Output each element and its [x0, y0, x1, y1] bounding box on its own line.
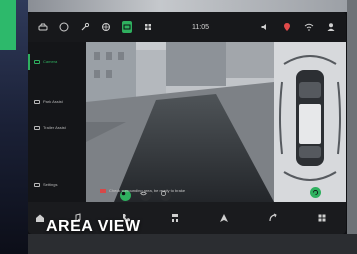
wrench-icon[interactable] — [80, 21, 90, 33]
dock-apps-button[interactable] — [150, 202, 199, 234]
rotate-icon — [312, 189, 319, 196]
surround-top-view — [274, 42, 346, 202]
user-icon[interactable] — [325, 21, 337, 33]
dock-navigation-button[interactable] — [199, 202, 248, 234]
background-right — [347, 0, 357, 254]
media-icon — [268, 213, 277, 222]
camera-icon — [34, 59, 40, 64]
apps-icon — [171, 214, 178, 222]
home-icon — [36, 214, 44, 222]
dock-grid-button[interactable] — [297, 202, 346, 234]
volume-icon[interactable] — [259, 21, 271, 33]
dock-media-button[interactable] — [248, 202, 297, 234]
fan-icon[interactable] — [101, 21, 111, 33]
vehicle-top-view — [279, 55, 341, 181]
sidebar-item-label: Trailer Assist — [43, 125, 66, 130]
safety-notice-text: Check surrounding area, be ready to brak… — [109, 188, 186, 193]
camera-scene — [86, 42, 274, 202]
grid-icon — [318, 214, 325, 222]
park-icon — [34, 99, 40, 104]
status-bar: 11:05 — [28, 12, 346, 42]
wifi-icon[interactable] — [303, 21, 315, 33]
background-green-tab — [0, 0, 16, 50]
car-icon[interactable] — [38, 21, 48, 33]
sidebar-item-camera[interactable]: Camera — [34, 59, 57, 64]
sidebar-item-label: Park Assist — [43, 99, 63, 104]
sidebar-item-trailer-assist[interactable]: Trailer Assist — [34, 125, 66, 130]
sidebar-item-label: Settings — [43, 182, 58, 187]
location-icon[interactable] — [281, 21, 293, 33]
sidebar-item-settings[interactable]: Settings — [34, 182, 57, 187]
camera-sidebar: Camera Park Assist Trailer Assist Settin… — [28, 42, 86, 202]
navigation-icon — [219, 214, 228, 222]
trailer-icon — [34, 125, 40, 130]
safety-notice: Check surrounding area, be ready to brak… — [100, 188, 185, 193]
warning-icon — [100, 188, 106, 193]
clock: 11:05 — [192, 23, 209, 31]
sidebar-item-label: Camera — [43, 59, 58, 64]
grid-icon[interactable] — [143, 21, 153, 33]
camera-feed[interactable] — [86, 42, 274, 202]
background-bottom — [28, 234, 357, 254]
background-top — [28, 0, 357, 12]
infotainment-screen: 11:05 Camera Park Assist Trailer Assist … — [28, 12, 346, 234]
sidebar-item-park-assist[interactable]: Park Assist — [34, 99, 63, 104]
active-indicator — [28, 54, 30, 70]
top-view-button[interactable] — [310, 187, 321, 198]
phone-circle-icon[interactable] — [59, 21, 69, 33]
camera-icon[interactable] — [122, 21, 132, 33]
gear-icon — [34, 182, 40, 187]
area-view-title: AREA VIEW — [46, 218, 141, 235]
